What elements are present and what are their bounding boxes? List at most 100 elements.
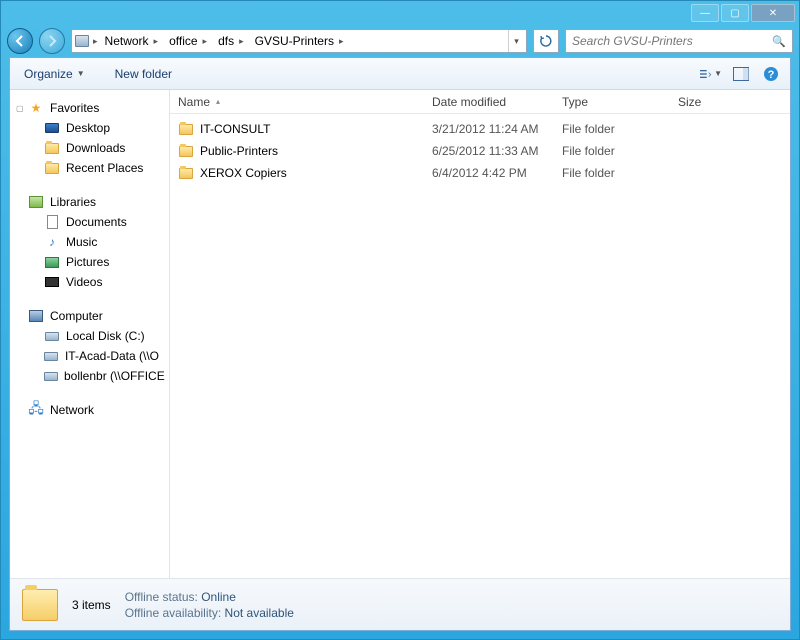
address-dropdown[interactable]: ▾: [508, 30, 524, 52]
chevron-right-icon: ▸: [151, 36, 162, 47]
nav-item-label: Downloads: [66, 141, 125, 155]
svg-text:?: ?: [768, 69, 775, 81]
nav-item-documents[interactable]: Documents: [10, 212, 169, 232]
file-row[interactable]: Public-Printers 6/25/2012 11:33 AM File …: [170, 140, 790, 162]
search-input[interactable]: [572, 34, 768, 48]
help-button[interactable]: ?: [760, 63, 782, 85]
breadcrumb-segment[interactable]: office▸: [165, 30, 214, 52]
nav-item-music[interactable]: ♪Music: [10, 232, 169, 252]
nav-group-network: 🖧Network: [10, 400, 169, 420]
nav-item-downloads[interactable]: Downloads: [10, 138, 169, 158]
content-frame: Organize ▼ New folder ▼ ? ▢★Favorites: [9, 57, 791, 631]
favorites-icon: ★: [28, 100, 44, 116]
nav-item-label: Local Disk (C:): [66, 329, 145, 343]
refresh-icon: [539, 34, 553, 48]
folder-icon: [178, 121, 194, 137]
chevron-right-icon: ▸: [236, 36, 247, 47]
folder-icon: [44, 140, 60, 156]
close-button[interactable]: ✕: [751, 4, 795, 22]
column-header-size[interactable]: Size: [670, 90, 790, 113]
breadcrumb-label: dfs: [218, 34, 234, 48]
column-header-name[interactable]: Name▴: [170, 90, 424, 113]
breadcrumb-label: GVSU-Printers: [255, 34, 334, 48]
nav-item-label: Videos: [66, 275, 102, 289]
breadcrumb-segment[interactable]: Network▸: [101, 30, 166, 52]
folder-icon: [44, 160, 60, 176]
breadcrumb-label: office: [169, 34, 197, 48]
navigation-pane[interactable]: ▢★Favorites Desktop Downloads Recent Pla…: [10, 90, 170, 578]
organize-label: Organize: [24, 67, 73, 81]
pictures-icon: [44, 254, 60, 270]
breadcrumb-label: Network: [105, 34, 149, 48]
file-row[interactable]: XEROX Copiers 6/4/2012 4:42 PM File fold…: [170, 162, 790, 184]
help-icon: ?: [763, 66, 779, 82]
nav-item-network-drive[interactable]: IT-Acad-Data (\\O: [10, 346, 169, 366]
organize-button[interactable]: Organize ▼: [18, 64, 91, 84]
nav-header-favorites[interactable]: ▢★Favorites: [10, 98, 169, 118]
forward-button[interactable]: [39, 28, 65, 54]
nav-item-label: Music: [66, 235, 97, 249]
window-controls: — ▢ ✕: [691, 4, 795, 22]
search-box[interactable]: 🔍: [565, 29, 793, 53]
nav-item-label: Desktop: [66, 121, 110, 135]
videos-icon: [44, 274, 60, 290]
nav-item-local-disk[interactable]: Local Disk (C:): [10, 326, 169, 346]
body: ▢★Favorites Desktop Downloads Recent Pla…: [10, 90, 790, 578]
folder-icon: [178, 143, 194, 159]
refresh-button[interactable]: [533, 29, 559, 53]
column-label: Name: [178, 95, 210, 109]
file-rows: IT-CONSULT 3/21/2012 11:24 AM File folde…: [170, 114, 790, 578]
nav-item-label: Documents: [66, 215, 127, 229]
offline-status-value: Online: [201, 590, 236, 604]
new-folder-button[interactable]: New folder: [109, 64, 178, 84]
file-type: File folder: [554, 144, 670, 158]
drive-icon: [44, 328, 60, 344]
file-name: IT-CONSULT: [200, 122, 270, 136]
file-date: 3/21/2012 11:24 AM: [424, 122, 554, 136]
arrow-left-icon: [14, 35, 26, 47]
document-icon: [44, 214, 60, 230]
nav-item-pictures[interactable]: Pictures: [10, 252, 169, 272]
nav-header-network[interactable]: 🖧Network: [10, 400, 169, 420]
nav-item-network-drive[interactable]: bollenbr (\\OFFICE: [10, 366, 169, 386]
file-date: 6/25/2012 11:33 AM: [424, 144, 554, 158]
file-type: File folder: [554, 122, 670, 136]
offline-availability-value: Not available: [225, 606, 294, 620]
preview-pane-button[interactable]: [730, 63, 752, 85]
desktop-icon: [44, 120, 60, 136]
nav-label: Computer: [50, 309, 103, 323]
back-button[interactable]: [7, 28, 33, 54]
nav-item-desktop[interactable]: Desktop: [10, 118, 169, 138]
file-row[interactable]: IT-CONSULT 3/21/2012 11:24 AM File folde…: [170, 118, 790, 140]
nav-item-videos[interactable]: Videos: [10, 272, 169, 292]
address-bar[interactable]: ▸ Network▸ office▸ dfs▸ GVSU-Printers▸ ▾: [71, 29, 527, 53]
nav-group-libraries: Libraries Documents ♪Music Pictures Vide…: [10, 192, 169, 292]
chevron-right-icon: ▸: [336, 36, 347, 47]
offline-status-label: Offline status:: [125, 590, 198, 604]
offline-availability-label: Offline availability:: [125, 606, 222, 620]
breadcrumb-segment[interactable]: dfs▸: [214, 30, 251, 52]
folder-icon: [178, 165, 194, 181]
nav-item-recent-places[interactable]: Recent Places: [10, 158, 169, 178]
libraries-icon: [28, 194, 44, 210]
network-icon: 🖧: [28, 402, 44, 418]
network-location-icon: [74, 33, 90, 49]
nav-header-computer[interactable]: Computer: [10, 306, 169, 326]
view-options-button[interactable]: ▼: [700, 63, 722, 85]
titlebar[interactable]: — ▢ ✕: [1, 1, 799, 25]
minimize-button[interactable]: —: [691, 4, 719, 22]
nav-label: Libraries: [50, 195, 96, 209]
chevron-down-icon: ▼: [714, 69, 722, 78]
explorer-window: — ▢ ✕ ▸ Network▸ office▸ dfs▸ GVSU-Print…: [0, 0, 800, 640]
column-headers: Name▴ Date modified Type Size: [170, 90, 790, 114]
computer-icon: [28, 308, 44, 324]
search-icon[interactable]: 🔍: [772, 35, 786, 48]
nav-item-label: Recent Places: [66, 161, 143, 175]
maximize-button[interactable]: ▢: [721, 4, 749, 22]
nav-header-libraries[interactable]: Libraries: [10, 192, 169, 212]
chevron-right-icon: ▸: [90, 36, 101, 47]
column-header-type[interactable]: Type: [554, 90, 670, 113]
nav-item-label: IT-Acad-Data (\\O: [65, 349, 159, 363]
column-header-date[interactable]: Date modified: [424, 90, 554, 113]
breadcrumb-segment[interactable]: GVSU-Printers▸: [251, 30, 351, 52]
